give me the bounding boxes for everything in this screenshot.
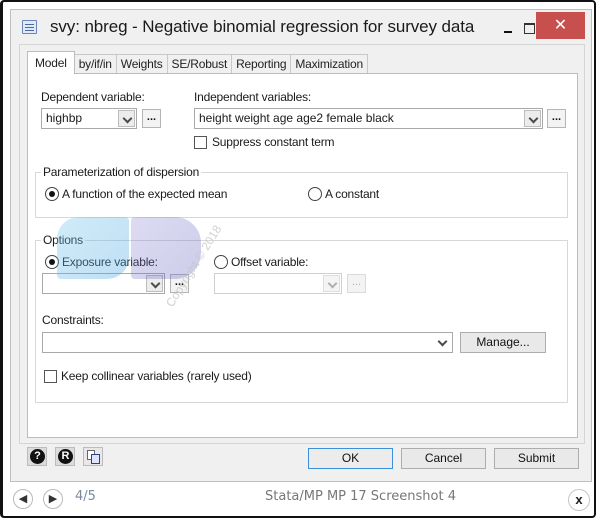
tab-maximization[interactable]: Maximization xyxy=(290,54,368,74)
offset-variable-radio[interactable] xyxy=(214,255,228,269)
keep-collinear-checkbox[interactable] xyxy=(44,370,57,383)
dependent-variable-combo[interactable]: highbp xyxy=(41,108,137,129)
chevron-down-icon[interactable] xyxy=(323,275,340,292)
previous-screenshot-button[interactable]: ◀ xyxy=(13,489,33,509)
chevron-down-icon[interactable] xyxy=(524,110,541,127)
screenshot-pager: 4/5 xyxy=(75,489,96,504)
chevron-down-icon[interactable] xyxy=(434,334,451,351)
suppress-constant-label: Suppress constant term xyxy=(212,135,335,149)
help-button[interactable]: ? xyxy=(27,447,47,466)
tab-reporting[interactable]: Reporting xyxy=(231,54,292,74)
dispersion-mean-label: A function of the expected mean xyxy=(62,187,228,201)
dialog-app-icon xyxy=(22,20,37,34)
chevron-down-icon[interactable] xyxy=(118,110,135,127)
dispersion-constant-radio[interactable] xyxy=(308,187,322,201)
title-bar: svy: nbreg - Negative binomial regressio… xyxy=(11,10,591,44)
independent-variables-label: Independent variables: xyxy=(194,90,312,104)
independent-variables-value: height weight age age2 female black xyxy=(199,111,394,125)
tab-by-if-in[interactable]: by/if/in xyxy=(73,54,117,74)
tab-weights[interactable]: Weights xyxy=(115,54,168,74)
copy-command-button[interactable] xyxy=(83,447,103,466)
submit-button[interactable]: Submit xyxy=(494,448,579,469)
offset-variable-browse-button[interactable]: ... xyxy=(347,274,366,293)
dispersion-mean-radio[interactable] xyxy=(45,187,59,201)
independent-variables-combo[interactable]: height weight age age2 female black xyxy=(194,108,543,129)
constraints-label: Constraints: xyxy=(42,313,104,327)
screenshot-caption: Stata/MP MP 17 Screenshot 4 xyxy=(265,489,456,504)
dispersion-group: Parameterization of dispersion A functio… xyxy=(35,165,568,218)
dependent-variable-browse-button[interactable]: ... xyxy=(142,109,161,128)
reset-icon: R xyxy=(58,449,73,464)
close-button[interactable]: ✕ xyxy=(536,12,585,39)
next-screenshot-button[interactable]: ▶ xyxy=(43,489,63,509)
suppress-constant-checkbox[interactable] xyxy=(194,136,207,149)
watermark-logo-s xyxy=(57,217,129,279)
screenshot-viewer: svy: nbreg - Negative binomial regressio… xyxy=(0,0,596,518)
manage-constraints-button[interactable]: Manage... xyxy=(460,332,546,353)
dispersion-group-title: Parameterization of dispersion xyxy=(41,165,202,179)
reset-button[interactable]: R xyxy=(55,447,75,466)
ok-button[interactable]: OK xyxy=(308,448,393,469)
help-icon: ? xyxy=(30,449,45,464)
tab-model[interactable]: Model xyxy=(27,51,75,74)
viewer-close-button[interactable]: x xyxy=(568,489,590,511)
offset-variable-combo[interactable] xyxy=(214,273,342,294)
tab-se-robust[interactable]: SE/Robust xyxy=(166,54,233,74)
dependent-variable-value: highbp xyxy=(46,111,83,125)
tab-bar: Model by/if/in Weights SE/Robust Reporti… xyxy=(27,51,368,74)
copy-icon-front xyxy=(91,454,100,464)
constraints-combo[interactable] xyxy=(42,332,453,353)
independent-variables-browse-button[interactable]: ... xyxy=(547,109,566,128)
window-title: svy: nbreg - Negative binomial regressio… xyxy=(50,17,475,36)
dependent-variable-label: Dependent variable: xyxy=(41,90,145,104)
dispersion-constant-label: A constant xyxy=(325,187,380,201)
offset-variable-label: Offset variable: xyxy=(231,255,309,269)
keep-collinear-label: Keep collinear variables (rarely used) xyxy=(61,369,252,383)
cancel-button[interactable]: Cancel xyxy=(401,448,486,469)
